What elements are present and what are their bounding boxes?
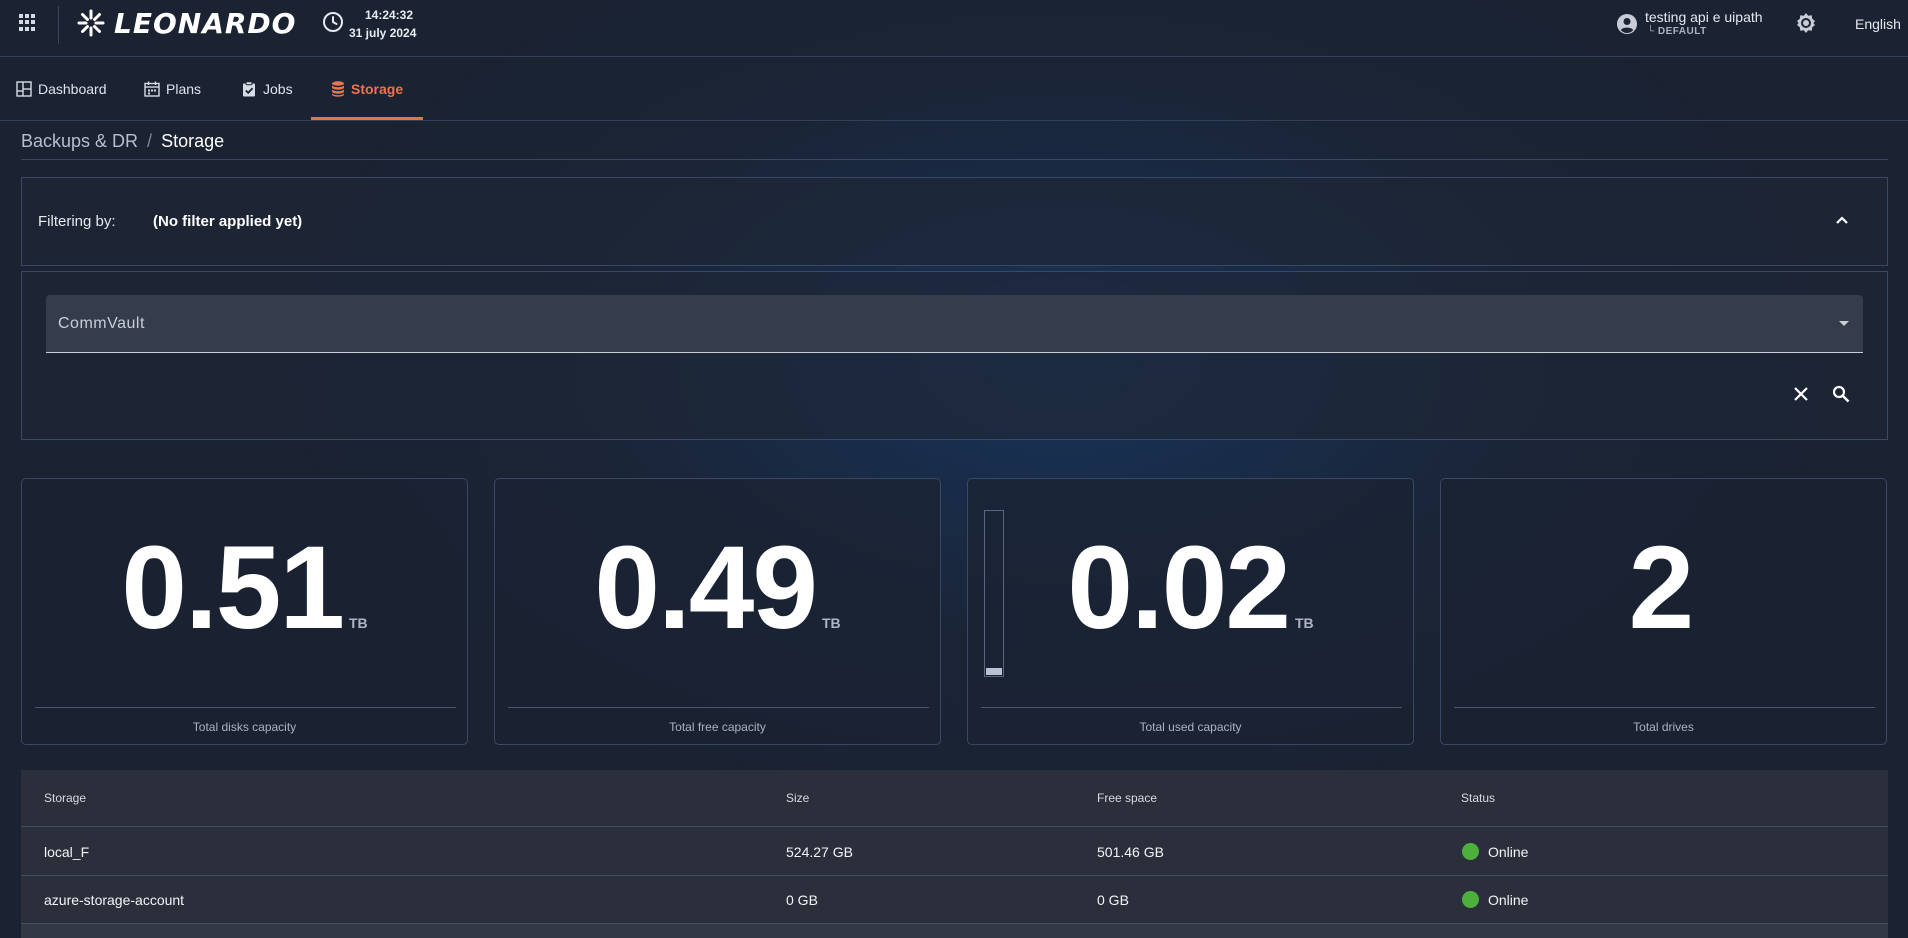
cell-storage: azure-storage-account [44, 892, 185, 908]
filter-header[interactable]: Filtering by: (No filter applied yet) [21, 177, 1888, 266]
brightness-settings-icon[interactable] [1794, 11, 1818, 35]
stat-label: Total free capacity [669, 720, 766, 734]
account-circle-icon[interactable] [1616, 13, 1638, 35]
divider [508, 707, 929, 708]
brand-logo[interactable]: LEONARDO [74, 5, 296, 41]
column-header-free-space[interactable]: Free space [1097, 791, 1157, 805]
language-selector[interactable]: English [1855, 16, 1901, 32]
filter-panel: CommVault [21, 271, 1888, 440]
stat-card-free-capacity: 0.49 TB Total free capacity [494, 478, 941, 745]
current-time: 14:24:32 [364, 8, 414, 22]
table-row[interactable]: local_F 524.27 GB 501.46 GB Online [21, 828, 1888, 876]
divider [21, 159, 1888, 160]
tab-label: Jobs [263, 80, 293, 97]
cell-free-space: 0 GB [1097, 892, 1129, 908]
apps-grid-icon[interactable] [19, 14, 36, 31]
dashboard-icon [16, 80, 32, 97]
active-tab-indicator [311, 117, 423, 120]
close-icon[interactable] [1793, 386, 1809, 402]
leonardo-mark-icon [77, 9, 105, 37]
used-capacity-gauge-fill [986, 668, 1002, 675]
user-name[interactable]: testing api e uipath [1645, 9, 1763, 25]
stat-label: Total disks capacity [192, 720, 297, 734]
divider [981, 707, 1402, 708]
tab-plans[interactable]: Plans [144, 57, 201, 120]
cell-status: Online [1488, 892, 1529, 908]
cell-free-space: 501.46 GB [1097, 844, 1164, 860]
breadcrumb-parent[interactable]: Backups & DR [21, 131, 138, 152]
tab-label: Dashboard [38, 80, 107, 97]
current-date: 31 july 2024 [349, 26, 417, 40]
stat-label: Total used capacity [1139, 720, 1242, 734]
clock-icon [323, 12, 343, 32]
main-nav: Dashboard Plans Jobs Storage [0, 57, 1908, 121]
table-row[interactable]: azure-storage-account 0 GB 0 GB Online [21, 876, 1888, 924]
cell-storage: local_F [44, 844, 90, 860]
divider [35, 707, 456, 708]
stat-card-total-capacity: 0.51 TB Total disks capacity [21, 478, 468, 745]
column-header-status[interactable]: Status [1461, 791, 1495, 805]
chevron-up-icon[interactable] [1834, 214, 1850, 226]
divider [58, 6, 59, 44]
tab-label: Storage [351, 80, 404, 97]
brand-name: LEONARDO [114, 6, 297, 40]
divider [1454, 707, 1875, 708]
source-select[interactable]: CommVault [46, 295, 1863, 353]
calendar-icon [144, 81, 160, 97]
tab-label: Plans [166, 80, 202, 97]
stat-unit: TB [349, 615, 368, 631]
search-icon[interactable] [1832, 385, 1850, 403]
top-bar: LEONARDO 14:24:32 31 july 2024 testing a… [0, 0, 1908, 57]
status-online-icon [1462, 843, 1479, 860]
tab-storage[interactable]: Storage [331, 57, 403, 120]
filter-label: Filtering by: [38, 213, 116, 230]
breadcrumb: Backups & DR / Storage [21, 131, 224, 152]
stat-card-total-drives: 2 Total drives [1440, 478, 1887, 745]
storage-table: Storage Size Free space Status local_F 5… [21, 770, 1888, 938]
stat-label: Total drives [1633, 720, 1694, 734]
source-select-value: CommVault [58, 315, 145, 332]
caret-down-icon [1839, 321, 1849, 326]
status-online-icon [1462, 891, 1479, 908]
cell-status: Online [1488, 844, 1529, 860]
filter-value: (No filter applied yet) [153, 213, 303, 230]
tab-dashboard[interactable]: Dashboard [16, 57, 107, 120]
column-header-storage[interactable]: Storage [44, 791, 86, 805]
breadcrumb-current: Storage [161, 131, 225, 151]
table-header: Storage Size Free space Status [21, 770, 1888, 827]
breadcrumb-separator: / [147, 131, 153, 151]
table-next-row-partial [21, 924, 1888, 938]
stat-unit: TB [1295, 615, 1314, 631]
user-tenant: └ DEFAULT [1647, 26, 1707, 37]
stat-value: 0.51 TB [121, 522, 368, 654]
stat-value: 0.02 TB [1067, 522, 1314, 654]
clipboard-check-icon [243, 80, 255, 96]
stat-value: 0.49 TB [594, 522, 841, 654]
database-icon [332, 80, 344, 97]
tab-jobs[interactable]: Jobs [241, 57, 293, 120]
column-header-size[interactable]: Size [786, 791, 809, 805]
stat-value: 2 [1628, 522, 1695, 654]
cell-size: 524.27 GB [786, 844, 853, 860]
cell-size: 0 GB [786, 892, 818, 908]
stat-card-used-capacity: 0.02 TB Total used capacity [967, 478, 1414, 745]
stat-unit: TB [822, 615, 841, 631]
